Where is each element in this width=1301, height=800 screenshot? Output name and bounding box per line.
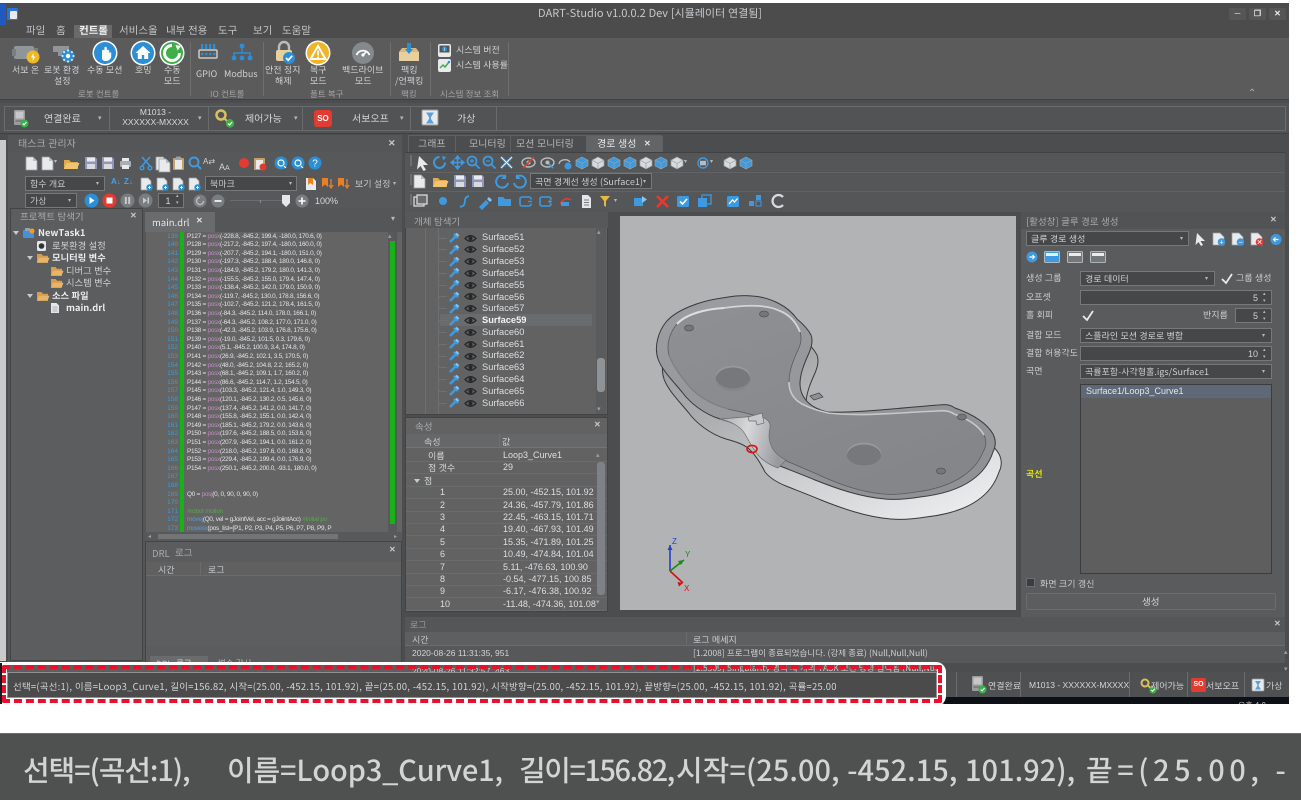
- svg-text:i: i: [444, 47, 445, 53]
- svg-text:X: X: [684, 584, 690, 593]
- svg-text:Z: Z: [672, 537, 677, 546]
- svg-text:Y: Y: [685, 550, 691, 559]
- svg-text:−: −: [1238, 240, 1242, 247]
- svg-text:?: ?: [312, 159, 318, 170]
- svg-text:+: +: [1219, 240, 1223, 247]
- svg-text:✕: ✕: [1257, 240, 1263, 247]
